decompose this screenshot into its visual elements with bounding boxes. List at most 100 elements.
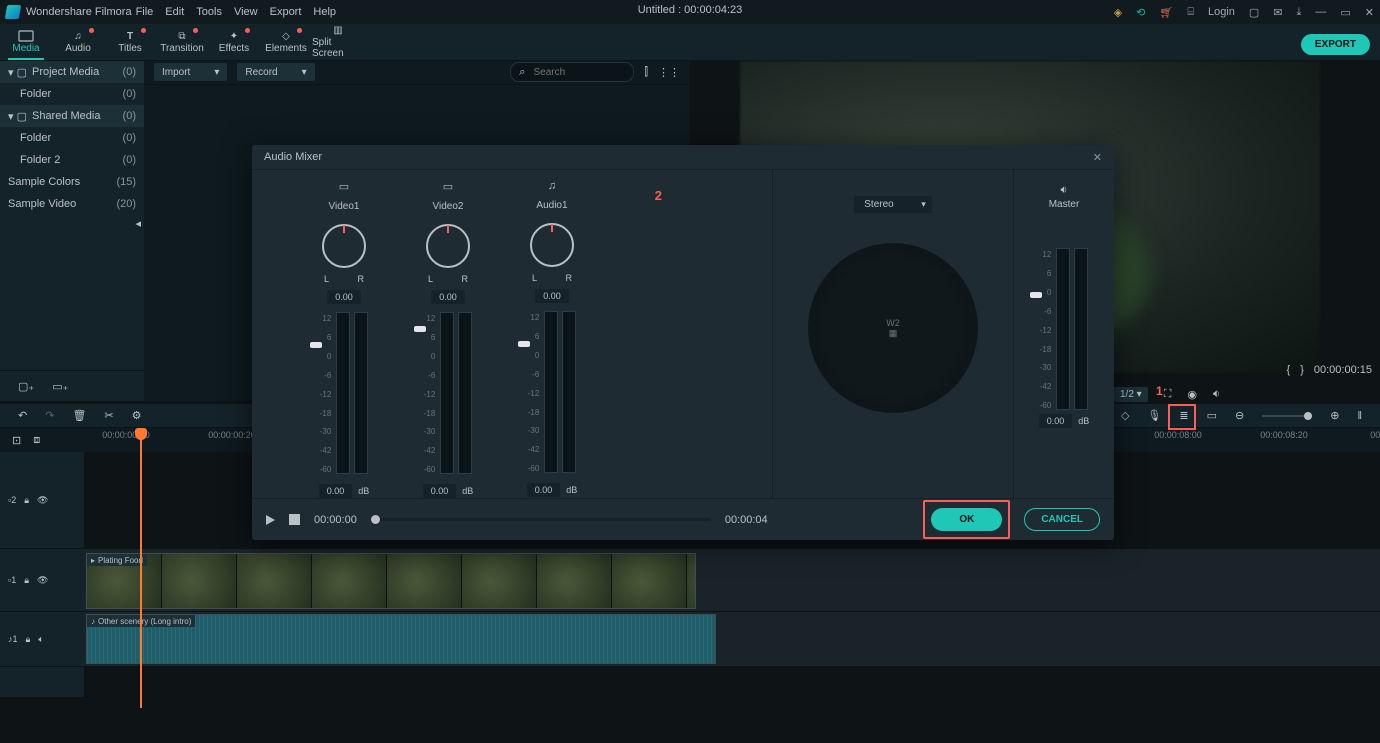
pan-knob[interactable] xyxy=(530,223,574,267)
menu-file[interactable]: File xyxy=(136,6,154,18)
play-button[interactable] xyxy=(266,515,275,525)
fullscreen-icon[interactable]: ⛶ xyxy=(1164,388,1172,401)
close-icon[interactable]: ✕ xyxy=(1365,6,1374,19)
headset-icon[interactable]: ⟲ xyxy=(1136,6,1145,19)
menu-export[interactable]: Export xyxy=(270,6,302,18)
search-input[interactable] xyxy=(531,66,625,79)
sidebar-folder[interactable]: Folder(0) xyxy=(0,83,144,105)
sidebar-sample-video[interactable]: Sample Video(20) xyxy=(0,193,144,215)
track-spacer xyxy=(0,667,1380,698)
zoom-fit-icon[interactable]: ‖ xyxy=(1357,410,1362,422)
fader[interactable] xyxy=(520,313,530,473)
tab-split[interactable]: ▥Split Screen xyxy=(312,24,364,60)
dialog-close-icon[interactable]: ✕ xyxy=(1093,151,1102,164)
lock-icon[interactable]: 🔒︎ xyxy=(24,575,29,586)
fader[interactable] xyxy=(312,314,322,474)
lock-icon[interactable]: 🔒︎ xyxy=(26,634,31,645)
track-audio-1: ♪1🔒︎🔈︎ ♪ Other scenery (Long intro) xyxy=(0,612,1380,667)
channel-video2: ▭ Video2 LR 0.00 1260-6-12-18-30-42-60 0… xyxy=(396,180,500,498)
sidebar-folder-1[interactable]: Folder(0) xyxy=(0,127,144,149)
video-icon: ▭ xyxy=(443,180,453,193)
eye-icon[interactable]: 👁︎ xyxy=(37,575,48,586)
zoom-slider[interactable] xyxy=(1262,415,1312,417)
play-current-tc: 00:00:00 xyxy=(314,514,357,526)
maximize-icon[interactable]: ▭ xyxy=(1340,6,1350,19)
cart-icon[interactable]: 🛒︎ xyxy=(1159,6,1173,19)
tab-effects[interactable]: ✦Effects xyxy=(208,24,260,60)
fader[interactable] xyxy=(416,314,426,474)
tab-transition[interactable]: ⧉Transition xyxy=(156,24,208,60)
dialog-titlebar: Audio Mixer ✕ xyxy=(252,145,1114,170)
menu-help[interactable]: Help xyxy=(313,6,336,18)
gem-icon[interactable]: ◈ xyxy=(1114,6,1122,19)
new-bin-icon[interactable]: ▭₊ xyxy=(52,380,68,393)
master-fader[interactable] xyxy=(1032,250,1042,410)
sidebar-collapse[interactable]: ◂ xyxy=(0,215,144,231)
menu-view[interactable]: View xyxy=(234,6,258,18)
redo-icon[interactable]: ↷ xyxy=(45,409,54,422)
audio-clip[interactable]: ♪ Other scenery (Long intro) xyxy=(86,614,716,664)
adjust-icon[interactable]: ⚙︎ xyxy=(132,409,142,422)
mute-icon[interactable]: 🔈︎ xyxy=(38,634,43,645)
mail-icon[interactable]: ✉︎ xyxy=(1273,6,1282,19)
undo-icon[interactable]: ↶ xyxy=(18,409,27,422)
stop-button[interactable] xyxy=(289,514,300,525)
mode-dropdown[interactable]: Stereo xyxy=(854,196,931,213)
pan-value[interactable]: 0.00 xyxy=(327,290,361,304)
play-scrubber[interactable] xyxy=(371,518,711,521)
playhead[interactable] xyxy=(140,428,142,708)
filter-icon[interactable]: ⫿ xyxy=(644,66,648,79)
import-dropdown[interactable]: Import▾ xyxy=(154,63,227,81)
tab-titles[interactable]: TTitles xyxy=(104,24,156,60)
snap-icon[interactable]: ⧈ xyxy=(33,434,40,447)
new-folder-icon[interactable]: ▢₊ xyxy=(18,380,34,393)
audio-icon: ♫ xyxy=(548,180,556,192)
render-icon[interactable]: ▭ xyxy=(1207,409,1217,422)
gift-icon[interactable]: ⌸ xyxy=(1187,6,1194,19)
mark-in-icon[interactable]: { xyxy=(1287,364,1291,376)
pan-knob[interactable] xyxy=(322,224,366,268)
menu-tools[interactable]: Tools xyxy=(196,6,222,18)
surround-field[interactable]: W2▦ xyxy=(808,243,978,413)
audio-mixer-icon[interactable]: ≣ xyxy=(1179,409,1188,422)
tab-audio[interactable]: ♫Audio xyxy=(52,24,104,60)
export-button[interactable]: EXPORT xyxy=(1301,34,1370,55)
zoom-out-icon[interactable]: ⊖ xyxy=(1235,409,1244,422)
auto-ripple-icon[interactable]: ⊡ xyxy=(12,434,21,447)
login-link[interactable]: Login xyxy=(1208,6,1235,18)
sidebar-folder-2[interactable]: Folder 2(0) xyxy=(0,149,144,171)
preview-timecode: 00:00:00:15 xyxy=(1314,364,1372,376)
download-icon[interactable]: ⤓ xyxy=(1297,6,1302,19)
pan-knob[interactable] xyxy=(426,224,470,268)
lock-icon[interactable]: 🔒︎ xyxy=(24,495,29,506)
sidebar-project-media[interactable]: ▾ ▢ Project Media(0) xyxy=(0,61,144,83)
tab-media[interactable]: Media xyxy=(0,24,52,60)
marker-icon[interactable]: ◇ xyxy=(1121,409,1129,422)
mark-out-icon[interactable]: } xyxy=(1300,364,1304,376)
record-vo-icon[interactable]: 🎙︎ xyxy=(1147,409,1161,422)
cut-icon[interactable]: ✂︎ xyxy=(104,409,113,422)
ok-button[interactable]: OK xyxy=(931,508,1002,531)
menu-edit[interactable]: Edit xyxy=(165,6,184,18)
sidebar-shared-media[interactable]: ▾ ▢ Shared Media(0) xyxy=(0,105,144,127)
cancel-button[interactable]: CANCEL xyxy=(1024,508,1100,531)
channel-video1: ▭ Video1 LR 0.00 1260-6-12-18-30-42-60 0… xyxy=(292,180,396,498)
video-clip[interactable]: ▸ Plating Food xyxy=(86,553,696,609)
search-icon: ⌕ xyxy=(519,66,525,79)
record-dropdown[interactable]: Record▾ xyxy=(237,63,314,81)
delete-icon[interactable]: 🗑︎ xyxy=(72,409,86,422)
tab-elements[interactable]: ◇Elements xyxy=(260,24,312,60)
zoom-in-icon[interactable]: ⊕ xyxy=(1330,409,1339,422)
volume-icon[interactable]: 🔉︎ xyxy=(1213,388,1220,401)
search-box[interactable]: ⌕ xyxy=(510,62,634,82)
track-video-1: ▫1🔒︎👁︎ ▸ Plating Food xyxy=(0,549,1380,612)
eye-icon[interactable]: 👁︎ xyxy=(37,495,48,506)
sidebar-sample-colors[interactable]: Sample Colors(15) xyxy=(0,171,144,193)
zoom-select[interactable]: 1/2 ▾ xyxy=(1114,387,1148,402)
save-icon[interactable]: ▢ xyxy=(1249,6,1259,19)
ruler-tc: 00:00:09:15 xyxy=(1370,430,1380,440)
minimize-icon[interactable]: — xyxy=(1315,6,1326,18)
grid-icon[interactable]: ⋮⋮ xyxy=(658,66,680,79)
snapshot-icon[interactable]: ◉ xyxy=(1187,388,1197,401)
clip-label: Other scenery (Long intro) xyxy=(98,617,191,626)
